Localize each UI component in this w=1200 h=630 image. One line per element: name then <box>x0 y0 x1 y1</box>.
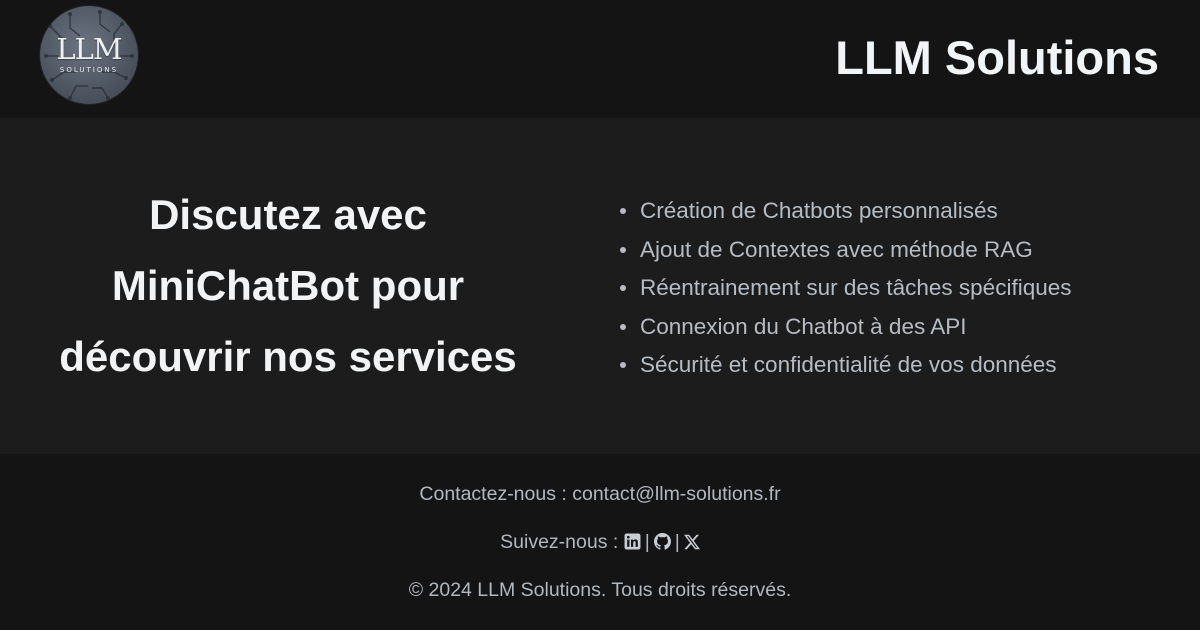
service-item: Ajout de Contextes avec méthode RAG <box>620 231 1072 270</box>
separator: | <box>674 531 680 553</box>
follow-label: Suivez-nous : <box>500 531 624 553</box>
hero-headline: Discutez avec MiniChatBot pour découvrir… <box>59 191 517 380</box>
page: LLM SOLUTIONS LLM Solutions Discutez ave… <box>0 0 1200 630</box>
site-footer: Contactez-nous : contact@llm-solutions.f… <box>0 454 1200 630</box>
github-icon[interactable] <box>653 532 671 556</box>
site-header: LLM SOLUTIONS LLM Solutions <box>0 0 1200 118</box>
logo-main-text: LLM <box>56 32 122 66</box>
service-item: Création de Chatbots personnalisés <box>620 192 1072 231</box>
service-item: Connexion du Chatbot à des API <box>620 308 1072 347</box>
logo-sub-text: SOLUTIONS <box>59 66 119 74</box>
logo[interactable]: LLM SOLUTIONS <box>40 6 138 104</box>
copyright-text: © 2024 LLM Solutions. Tous droits réserv… <box>408 579 792 601</box>
contact-label: Contactez-nous : <box>419 483 573 505</box>
x-icon[interactable] <box>683 532 700 556</box>
service-item: Sécurité et confidentialité de vos donné… <box>620 346 1072 385</box>
contact-email-link[interactable]: contact@llm-solutions.fr <box>572 483 780 505</box>
services-list: Création de Chatbots personnalisés Ajout… <box>620 192 1072 385</box>
follow-line: Suivez-nous : | | <box>0 530 1200 556</box>
service-item: Réentrainement sur des tâches spécifique… <box>620 269 1072 308</box>
main-section: Discutez avec MiniChatBot pour découvrir… <box>0 118 1200 454</box>
brand-title: LLM Solutions <box>835 31 1159 84</box>
separator: | <box>644 531 650 553</box>
linkedin-icon[interactable] <box>624 532 641 556</box>
contact-line: Contactez-nous : contact@llm-solutions.f… <box>0 482 1200 506</box>
